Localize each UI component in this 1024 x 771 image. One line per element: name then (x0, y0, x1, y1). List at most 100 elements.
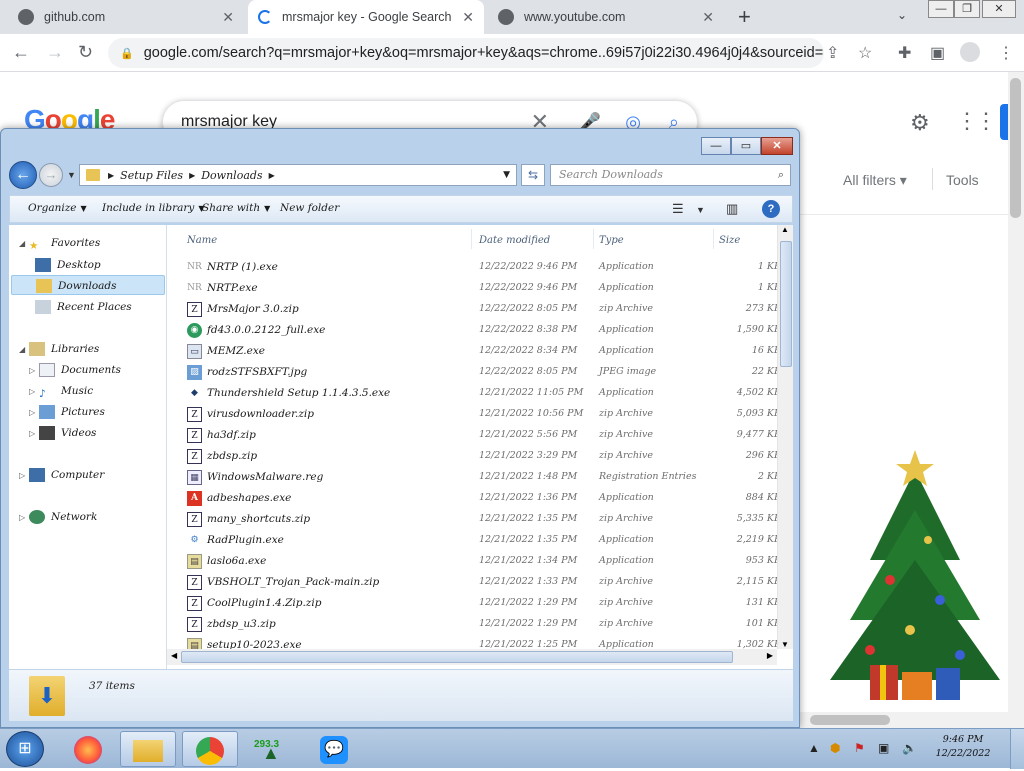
nav-favorites[interactable]: ◢ ★ Favorites (19, 233, 100, 253)
minimize-button[interactable]: — (928, 0, 954, 18)
expand-arrow-icon[interactable]: ▷ (29, 382, 39, 402)
view-options-icon[interactable]: ☰ (672, 201, 684, 217)
file-row[interactable]: Zvirusdownloader.zip 12/21/2022 10:56 PM z… (185, 404, 781, 425)
forward-arrow-icon[interactable]: → (46, 42, 64, 63)
expand-arrow-icon[interactable]: ◢ (19, 340, 29, 360)
expand-arrow-icon[interactable]: ▷ (29, 403, 39, 423)
close-window-button[interactable]: ✕ (982, 0, 1016, 18)
refresh-button[interactable]: ⇆ (521, 164, 545, 186)
nav-pictures[interactable]: ▷ Pictures (29, 402, 105, 422)
close-button[interactable]: ✕ (761, 137, 793, 155)
explorer-taskbar-button[interactable] (120, 731, 176, 767)
new-folder-button[interactable]: New folder (280, 202, 339, 214)
column-separator[interactable] (713, 229, 714, 249)
address-bar[interactable]: 🔒 google.com/search?q=mrsmajor+key&oq=mr… (108, 38, 824, 68)
chevron-right-icon[interactable]: ▶ (269, 171, 275, 180)
scrollbar-thumb[interactable] (810, 715, 890, 725)
firefox-taskbar-button[interactable] (60, 731, 116, 767)
expand-arrow-icon[interactable]: ▷ (29, 424, 39, 444)
nav-videos[interactable]: ▷ Videos (29, 423, 96, 443)
tab-google-search[interactable]: mrsmajor key - Google Search ✕ (248, 0, 484, 34)
nav-network[interactable]: ▷ Network (19, 507, 97, 527)
back-arrow-icon[interactable]: ← (12, 42, 30, 63)
chrome-taskbar-button[interactable] (182, 731, 238, 767)
column-separator[interactable] (471, 229, 472, 249)
tab-github[interactable]: github.com ✕ (8, 0, 244, 34)
share-icon[interactable]: ⇪ (826, 43, 839, 63)
file-row[interactable]: NR NRTP (1).exe 12/22/2022 9:46 PM Applicat… (185, 257, 781, 278)
expand-arrow-icon[interactable]: ▷ (19, 466, 29, 486)
forward-button[interactable]: → (39, 163, 63, 187)
nav-documents[interactable]: ▷ Documents (29, 360, 121, 380)
lock-icon[interactable]: 🔒 (120, 47, 134, 60)
profile-avatar-icon[interactable] (960, 42, 980, 62)
recent-pages-dropdown[interactable]: ▼ (67, 170, 76, 180)
restore-button[interactable]: ❐ (954, 0, 980, 18)
expand-arrow-icon[interactable]: ▷ (19, 508, 29, 528)
close-tab-icon[interactable]: ✕ (222, 9, 234, 26)
file-row[interactable]: ◉ fd43.0.0.2122_full.exe 12/22/2022 8:38 P… (185, 320, 781, 341)
expand-arrow-icon[interactable]: ▷ (29, 361, 39, 381)
start-button[interactable]: ⊞ (6, 731, 44, 767)
close-tab-icon[interactable]: ✕ (462, 9, 474, 26)
search-icon[interactable]: ⌕ (778, 165, 784, 185)
breadcrumb-item[interactable]: Downloads (201, 169, 262, 182)
chevron-right-icon[interactable]: ▶ (189, 171, 195, 180)
show-desktop-button[interactable] (1010, 729, 1024, 769)
file-row[interactable]: Z VBSHOLT_Trojan_Pack-main.zip 12/21/2022 … (185, 572, 781, 593)
scroll-left-arrow-icon[interactable]: ◀ (171, 651, 177, 660)
column-header-name[interactable]: Name (187, 235, 217, 246)
file-row[interactable]: Zzbdsp.zip 12/21/2022 3:29 PM zip Archive 2… (185, 446, 781, 467)
network-icon[interactable]: ▣ (878, 741, 889, 755)
minimize-button[interactable]: — (701, 137, 731, 155)
organize-button[interactable]: Organize ▼ (28, 202, 87, 214)
help-icon[interactable]: ? (762, 200, 780, 218)
file-row[interactable]: Z MrsMajor 3.0.zip 12/22/2022 8:05 PM zip A… (185, 299, 781, 320)
column-header-type[interactable]: Type (599, 235, 624, 246)
chevron-right-icon[interactable]: ▶ (108, 171, 114, 180)
file-row[interactable]: Z CoolPlugin1.4.Zip.zip 12/21/2022 1:29 PM… (185, 593, 781, 614)
scroll-up-arrow-icon[interactable]: ▲ (781, 225, 789, 234)
column-header-date[interactable]: Date modified (479, 235, 550, 246)
gear-icon[interactable]: ⚙ (910, 110, 930, 136)
file-row[interactable]: ◆ Thundershield Setup 1.1.4.3.5.exe 12/21/… (185, 383, 781, 404)
system-clock[interactable]: 9:46 PM 12/22/2022 (930, 733, 996, 761)
file-row[interactable]: Zzbdsp_u3.zip 12/21/2022 1:29 PM zip Archi… (185, 614, 781, 635)
chat-taskbar-button[interactable]: 💬 (306, 731, 362, 767)
flag-icon[interactable]: ⚑ (854, 741, 865, 755)
column-header-size[interactable]: Size (719, 235, 740, 246)
nav-desktop[interactable]: Desktop (35, 255, 101, 275)
extensions-puzzle-icon[interactable]: ✚ (898, 43, 911, 63)
show-hidden-icons[interactable]: ▲ (808, 741, 820, 755)
file-row[interactable]: ▭ MEMZ.exe 12/22/2022 8:34 PM Application 16… (185, 341, 781, 362)
nav-recent-places[interactable]: Recent Places (35, 297, 132, 317)
maximize-button[interactable]: ▭ (731, 137, 761, 155)
bookmark-star-icon[interactable]: ☆ (858, 43, 872, 63)
expand-arrow-icon[interactable]: ◢ (19, 234, 29, 254)
side-panel-icon[interactable]: ▣ (930, 43, 945, 63)
preview-pane-icon[interactable]: ▥ (726, 201, 738, 217)
share-with-button[interactable]: Share with ▼ (202, 202, 270, 214)
file-row[interactable]: Zha3df.zip 12/21/2022 5:56 PM zip Archive 9… (185, 425, 781, 446)
breadcrumb-item[interactable]: Setup Files (120, 169, 183, 182)
include-in-library-button[interactable]: Include in library ▼ (102, 202, 204, 214)
scrollbar-thumb[interactable] (780, 241, 792, 367)
file-row[interactable]: ▦ WindowsMalware.reg 12/21/2022 1:48 PM Reg… (185, 467, 781, 488)
sign-in-button[interactable] (1000, 104, 1008, 140)
tree-gadget-taskbar-button[interactable]: 293.3 ▲ (244, 731, 300, 767)
file-row[interactable]: ⚙ RadPlugin.exe 12/21/2022 1:35 PM Applicat… (185, 530, 781, 551)
file-row[interactable]: Zmany_shortcuts.zip 12/21/2022 1:35 PM zip… (185, 509, 781, 530)
tools-button[interactable]: Tools (946, 172, 979, 188)
scroll-right-arrow-icon[interactable]: ▶ (767, 651, 773, 660)
tab-youtube[interactable]: www.youtube.com ✕ (488, 0, 724, 34)
warning-shield-icon[interactable]: ⬢ (830, 741, 840, 755)
file-row[interactable]: NR NRTP.exe 12/22/2022 9:46 PM Application 1… (185, 278, 781, 299)
file-list-scrollbar[interactable]: ▲ ▼ (777, 225, 793, 649)
close-tab-icon[interactable]: ✕ (702, 9, 714, 26)
new-tab-button[interactable]: + (738, 4, 751, 30)
column-separator[interactable] (593, 229, 594, 249)
menu-kebab-icon[interactable]: ⋮ (998, 43, 1014, 63)
address-breadcrumb[interactable]: ▶ Setup Files ▶ Downloads ▶ ▼ (79, 164, 517, 186)
file-row[interactable]: ▨ rodzSTFSBXFT.jpg 12/22/2022 8:05 PM JPEG … (185, 362, 781, 383)
file-row[interactable]: ▤ laslo6a.exe 12/21/2022 1:34 PM Applicatio… (185, 551, 781, 572)
